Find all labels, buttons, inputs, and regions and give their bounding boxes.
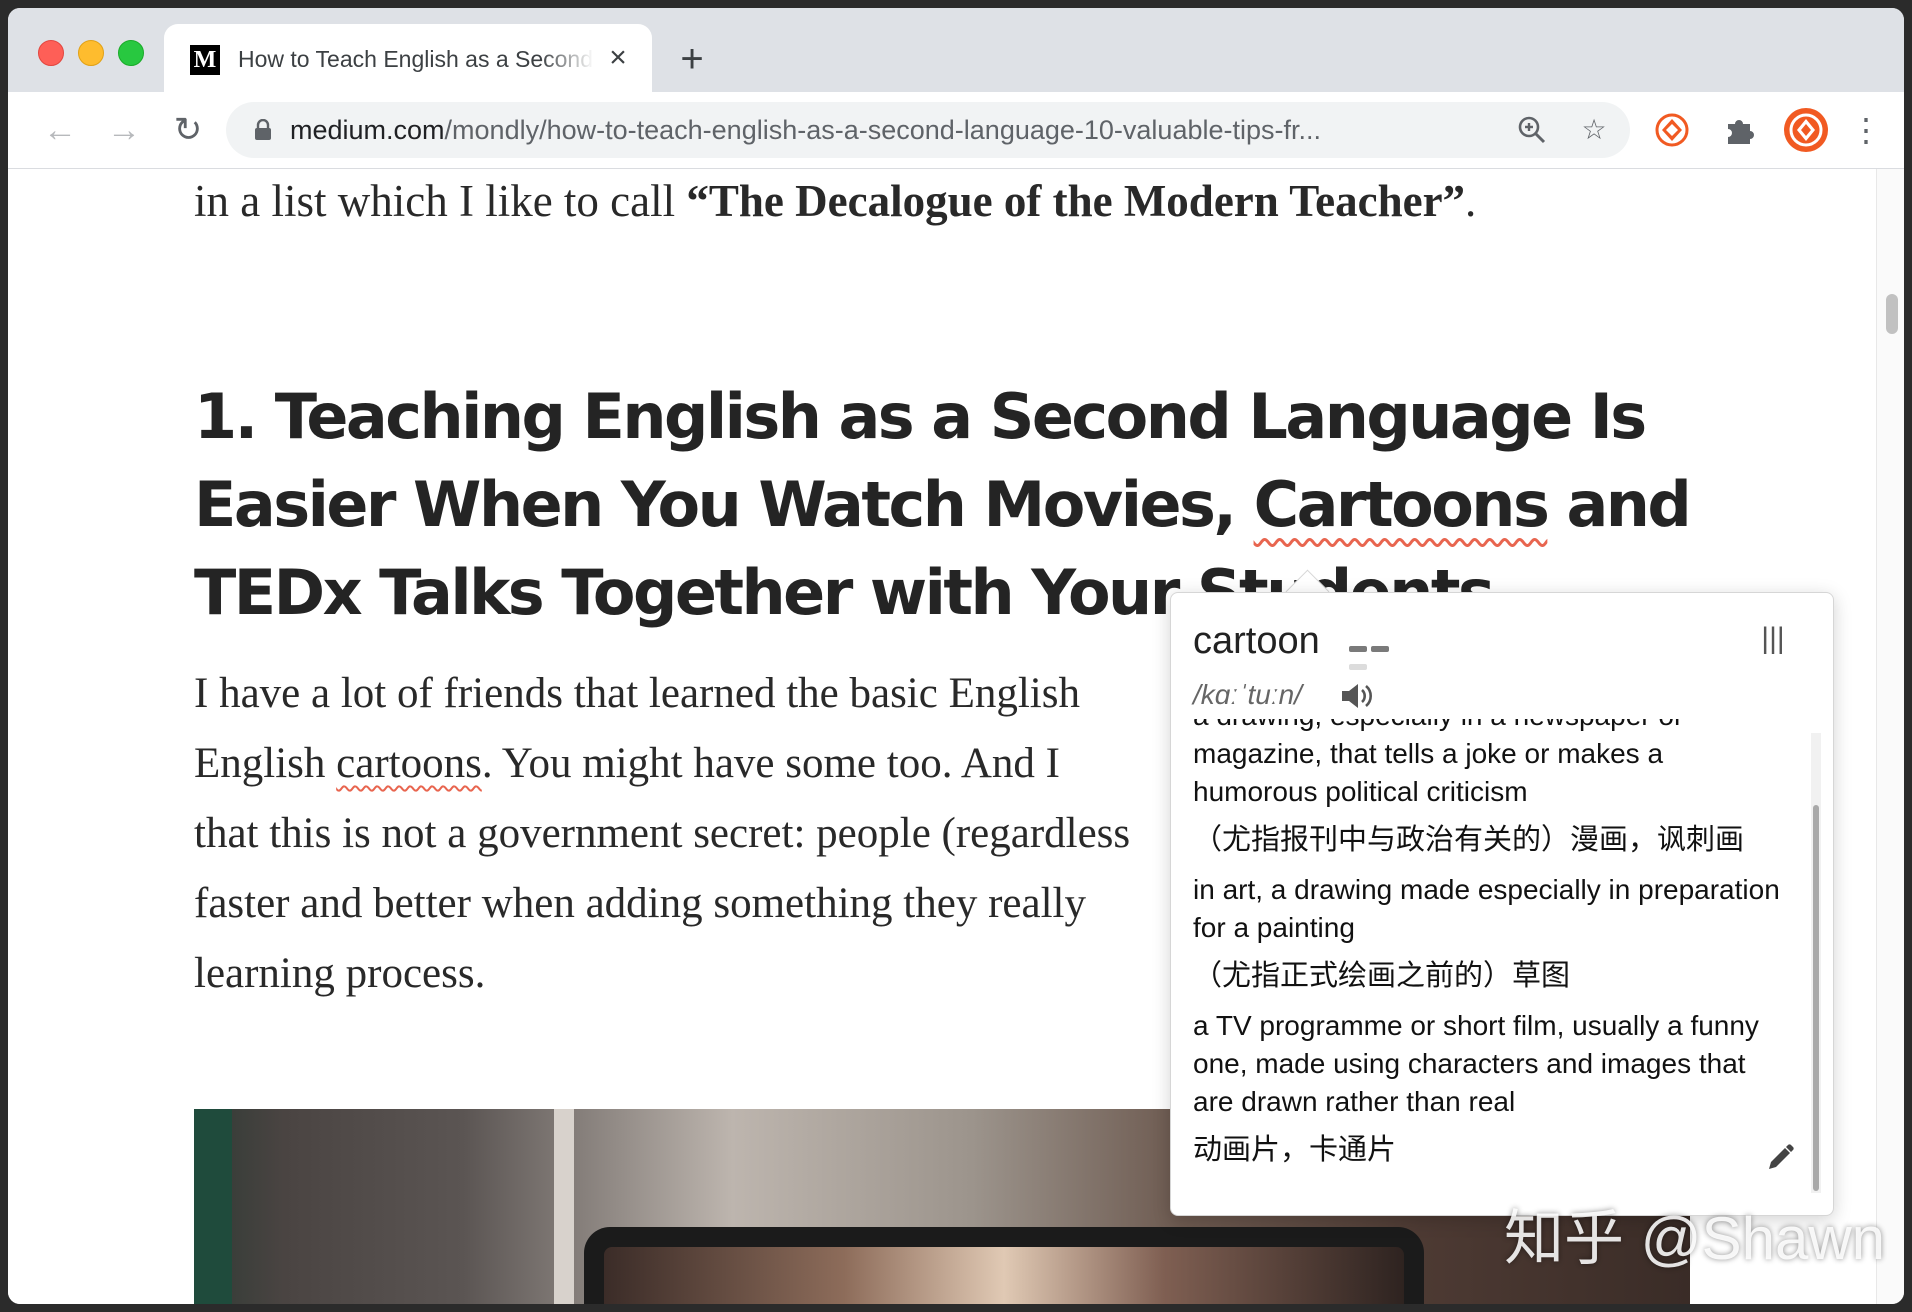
- popup-scrollbar-thumb[interactable]: [1813, 805, 1819, 1191]
- definition-zh: （尤指报刊中与政治有关的）漫画，讽刺画: [1193, 824, 1745, 856]
- forward-icon[interactable]: →: [104, 110, 144, 150]
- scrollbar-thumb[interactable]: [1886, 294, 1898, 334]
- browser-window: M How to Teach English as a Second Langu…: [8, 8, 1904, 1304]
- popup-scrollbar[interactable]: [1811, 733, 1821, 1193]
- photo-detail: [194, 1109, 232, 1304]
- url-path: /mondly/how-to-teach-english-as-a-second…: [444, 115, 1321, 145]
- definition-en: a drawing, especially in a newspaper or …: [1193, 719, 1683, 807]
- definitions-scroll: a drawing, especially in a newspaper or …: [1193, 719, 1793, 1181]
- tab-close-icon[interactable]: ×: [602, 42, 634, 74]
- tab-active[interactable]: M How to Teach English as a Second Langu…: [164, 24, 652, 92]
- back-icon[interactable]: ←: [40, 110, 80, 150]
- profile-icon[interactable]: [1782, 106, 1830, 154]
- reload-icon[interactable]: ↻: [168, 110, 208, 150]
- speaker-icon[interactable]: [1339, 681, 1373, 711]
- paragraph-text: English: [194, 740, 337, 787]
- url-host: medium.com: [290, 115, 445, 145]
- lead-bold: “The Decalogue of the Modern Teacher”: [686, 176, 1466, 226]
- watermark: 知乎 @Shawn: [1504, 1205, 1886, 1272]
- new-tab-button[interactable]: +: [672, 39, 712, 80]
- paragraph-text: . You might have some too. And I: [481, 740, 1060, 787]
- lock-icon[interactable]: [254, 119, 272, 141]
- popup-menu-icon[interactable]: |||: [1755, 621, 1791, 657]
- maximize-window-button[interactable]: [118, 40, 144, 66]
- highlighted-word[interactable]: Cartoons: [1254, 468, 1550, 541]
- address-bar[interactable]: medium.com/mondly/how-to-teach-english-a…: [226, 102, 1630, 158]
- definition-zh: （尤指正式绘画之前的）草图: [1193, 960, 1571, 992]
- browser-toolbar: ← → ↻ medium.com/mondly/how-to-teach-eng…: [8, 92, 1904, 169]
- photo-detail: [554, 1109, 574, 1304]
- star-icon[interactable]: ☆: [1578, 114, 1610, 146]
- highlighted-word[interactable]: cartoons: [336, 740, 482, 787]
- dictionary-popup: cartoon ||| /kɑːˈtuːn/ a drawing, especi…: [1170, 592, 1834, 1216]
- puzzle-icon[interactable]: [1722, 112, 1758, 148]
- lead-text: in a list which I like to call “The Deca…: [194, 173, 1594, 229]
- lead-post: .: [1465, 176, 1477, 226]
- menu-icon[interactable]: ⋮: [1850, 110, 1882, 150]
- minimize-window-button[interactable]: [78, 40, 104, 66]
- frequency-bar: [1371, 646, 1389, 652]
- definition-zh: 动画片，卡通片: [1193, 1134, 1397, 1166]
- frequency-bar: [1349, 646, 1367, 652]
- frequency-indicator: [1349, 639, 1413, 670]
- extension-icon[interactable]: [1654, 112, 1690, 148]
- medium-favicon-icon: M: [190, 45, 220, 75]
- heading-text: and: [1547, 468, 1691, 541]
- page-scrollbar[interactable]: [1876, 169, 1904, 1304]
- heading-text: Easier When You Watch Movies,: [194, 468, 1254, 541]
- close-window-button[interactable]: [38, 40, 64, 66]
- definitions-list[interactable]: a drawing, especially in a newspaper or …: [1193, 719, 1793, 1199]
- photo-screen: [604, 1247, 1404, 1304]
- heading-line: Easier When You Watch Movies, Cartoons a…: [194, 461, 1692, 549]
- lead-pre: in a list which I like to call: [194, 176, 687, 226]
- tab-strip: M How to Teach English as a Second Langu…: [8, 8, 1904, 92]
- popup-word: cartoon: [1193, 620, 1320, 662]
- zoom-icon[interactable]: [1516, 114, 1548, 146]
- frequency-bar: [1349, 664, 1367, 670]
- pencil-icon[interactable]: [1765, 1143, 1795, 1173]
- url-text[interactable]: medium.com/mondly/how-to-teach-english-a…: [290, 114, 1450, 146]
- heading-line: 1. Teaching English as a Second Language…: [194, 380, 1647, 453]
- definition-en: a TV programme or short film, usually a …: [1193, 1010, 1759, 1117]
- definition-en: in art, a drawing made especially in pre…: [1193, 874, 1780, 943]
- tab-title: How to Teach English as a Second Languag…: [238, 46, 594, 72]
- phonetic: /kɑːˈtuːn/: [1193, 679, 1302, 710]
